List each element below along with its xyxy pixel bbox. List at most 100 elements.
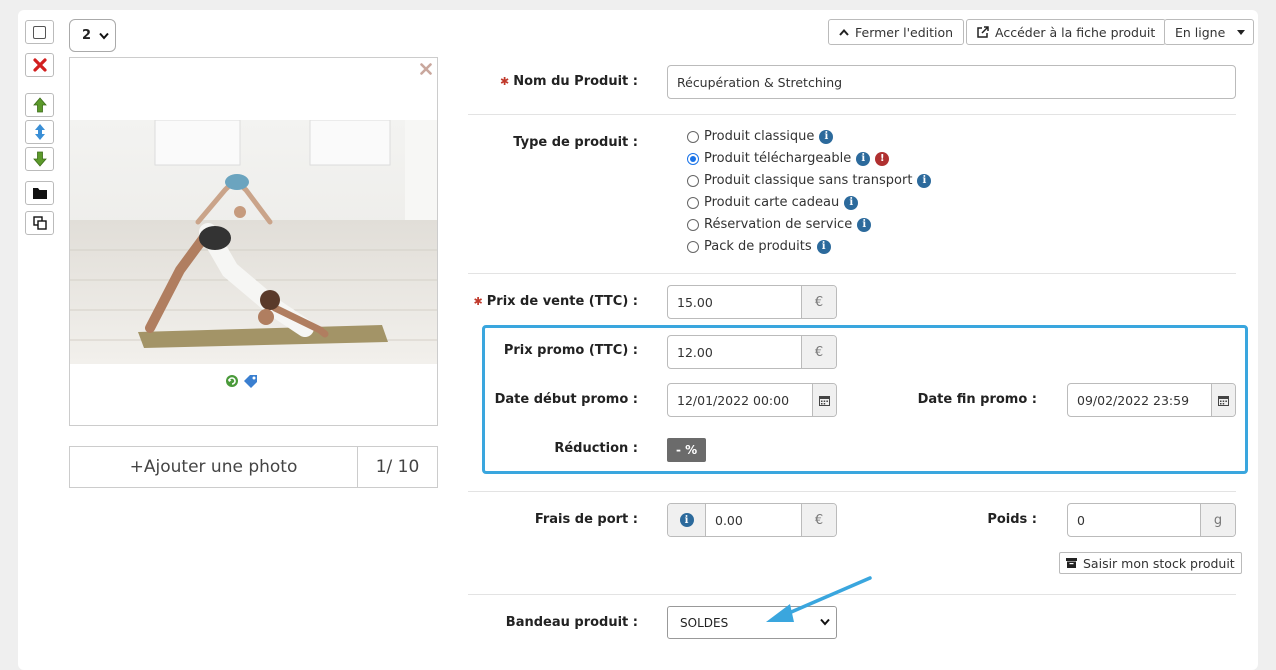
radio-pack-produits[interactable]: Pack de produits i bbox=[687, 239, 831, 254]
name-label-text: Nom du Produit : bbox=[513, 74, 638, 89]
radio-circle bbox=[687, 196, 699, 209]
calendar-button[interactable] bbox=[812, 384, 836, 416]
calendar-button[interactable] bbox=[1211, 384, 1235, 416]
divider bbox=[468, 114, 1236, 115]
checkbox-icon bbox=[33, 25, 46, 39]
select-checkbox[interactable] bbox=[25, 20, 54, 44]
radio-label: Produit carte cadeau bbox=[704, 195, 840, 210]
currency-addon: € bbox=[801, 286, 836, 318]
name-label: ✱ Nom du Produit : bbox=[470, 74, 638, 89]
tag-icon[interactable] bbox=[243, 374, 259, 388]
banner-select-value: SOLDES bbox=[680, 615, 729, 630]
add-photo-label: +Ajouter une photo bbox=[129, 457, 298, 477]
promo-end-input[interactable]: 09/02/2022 23:59 bbox=[1068, 384, 1211, 416]
price-input-group: 15.00 € bbox=[667, 285, 837, 319]
info-icon[interactable]: i bbox=[844, 195, 859, 210]
promo-start-input[interactable]: 12/01/2022 00:00 bbox=[668, 384, 812, 416]
folder-icon bbox=[32, 188, 47, 199]
photo-count: 1/ 10 bbox=[358, 447, 437, 487]
reduction-label: Réduction : bbox=[554, 441, 638, 456]
chevron-up-icon bbox=[839, 28, 849, 36]
product-name-value: Récupération & Stretching bbox=[677, 74, 843, 90]
radio-circle bbox=[687, 240, 699, 253]
delete-button[interactable] bbox=[25, 53, 54, 77]
price-input[interactable]: 15.00 bbox=[668, 286, 801, 318]
arrow-updown-icon bbox=[34, 124, 45, 140]
radio-reservation-service[interactable]: Réservation de service i bbox=[687, 217, 872, 232]
info-icon[interactable]: i bbox=[856, 151, 871, 166]
chevron-down-icon bbox=[99, 32, 109, 40]
caret-down-icon bbox=[1237, 29, 1246, 35]
info-icon[interactable]: i bbox=[819, 129, 834, 144]
currency-addon: € bbox=[801, 504, 836, 536]
copy-icon bbox=[32, 216, 47, 230]
image-position-select[interactable]: 2 bbox=[69, 19, 116, 52]
shipping-info-button[interactable]: i bbox=[668, 504, 706, 536]
duplicate-button[interactable] bbox=[25, 211, 54, 235]
price-label-text: Prix de vente (TTC) : bbox=[486, 294, 638, 309]
status-dropdown[interactable]: En ligne bbox=[1164, 19, 1255, 45]
arrow-down-icon bbox=[32, 151, 47, 167]
weight-label: Poids : bbox=[987, 512, 1037, 527]
product-page-label: Accéder à la fiche produit bbox=[995, 24, 1156, 40]
product-page-button[interactable]: Accéder à la fiche produit bbox=[966, 19, 1167, 45]
promo-start-label: Date début promo : bbox=[494, 392, 638, 407]
radio-carte-cadeau[interactable]: Produit carte cadeau i bbox=[687, 195, 859, 210]
promo-end-label: Date fin promo : bbox=[917, 392, 1037, 407]
calendar-icon bbox=[819, 395, 830, 406]
close-edit-label: Fermer l'edition bbox=[855, 24, 954, 40]
stock-button[interactable]: Saisir mon stock produit bbox=[1059, 552, 1242, 574]
weight-input[interactable]: 0 bbox=[1068, 504, 1200, 536]
radio-label: Pack de produits bbox=[704, 239, 812, 254]
divider bbox=[468, 491, 1236, 492]
info-icon[interactable]: i bbox=[816, 239, 831, 254]
banner-label: Bandeau produit : bbox=[505, 615, 638, 630]
shipping-input-group: i 0.00 € bbox=[667, 503, 837, 537]
radio-label: Produit classique sans transport bbox=[704, 173, 913, 188]
delete-x-icon bbox=[32, 58, 47, 72]
radio-produit-sans-transport[interactable]: Produit classique sans transport i bbox=[687, 173, 932, 188]
photo-count-value: 1/ 10 bbox=[375, 457, 420, 477]
required-star-icon: ✱ bbox=[499, 75, 510, 88]
external-link-icon bbox=[977, 26, 989, 38]
calendar-icon bbox=[1218, 395, 1229, 406]
shipping-label: Frais de port : bbox=[534, 512, 638, 527]
price-label: ✱ Prix de vente (TTC) : bbox=[470, 294, 638, 309]
weight-unit-addon: g bbox=[1200, 504, 1235, 536]
promo-price-input-group: 12.00 € bbox=[667, 335, 837, 369]
remove-image-icon[interactable] bbox=[420, 63, 432, 75]
radio-circle bbox=[687, 174, 699, 187]
move-down-button[interactable] bbox=[25, 147, 54, 171]
product-name-input[interactable]: Récupération & Stretching bbox=[667, 65, 1236, 99]
currency-addon: € bbox=[801, 336, 836, 368]
arrow-up-icon bbox=[32, 97, 47, 113]
radio-circle-selected bbox=[687, 152, 699, 165]
shipping-input[interactable]: 0.00 bbox=[706, 504, 801, 536]
rotate-icon[interactable] bbox=[225, 374, 239, 388]
radio-circle bbox=[687, 130, 699, 143]
promo-price-input[interactable]: 12.00 bbox=[668, 336, 801, 368]
required-star-icon: ✱ bbox=[473, 295, 483, 308]
folder-button[interactable] bbox=[25, 181, 54, 205]
radio-produit-classique[interactable]: Produit classique i bbox=[687, 129, 834, 144]
info-icon[interactable]: i bbox=[917, 173, 932, 188]
archive-box-icon bbox=[1066, 558, 1077, 568]
radio-circle bbox=[687, 218, 699, 231]
add-photo-button[interactable]: +Ajouter une photo bbox=[70, 447, 358, 487]
close-edit-button[interactable]: Fermer l'edition bbox=[828, 19, 965, 45]
move-swap-button[interactable] bbox=[25, 120, 54, 144]
move-up-button[interactable] bbox=[25, 93, 54, 117]
info-icon[interactable]: i bbox=[857, 217, 872, 232]
product-image-box bbox=[69, 57, 438, 426]
reduction-badge: - % bbox=[667, 438, 707, 462]
radio-label: Produit téléchargeable bbox=[704, 151, 852, 166]
yoga-photo-image bbox=[70, 120, 437, 364]
radio-produit-telechargeable[interactable]: Produit téléchargeable i! bbox=[687, 151, 890, 166]
product-photo bbox=[70, 120, 437, 364]
type-label: Type de produit : bbox=[513, 135, 638, 150]
weight-input-group: 0 g bbox=[1067, 503, 1236, 537]
divider bbox=[468, 273, 1236, 274]
promo-start-input-group: 12/01/2022 00:00 bbox=[667, 383, 837, 417]
promo-end-input-group: 09/02/2022 23:59 bbox=[1067, 383, 1236, 417]
warning-icon[interactable]: ! bbox=[875, 151, 890, 166]
